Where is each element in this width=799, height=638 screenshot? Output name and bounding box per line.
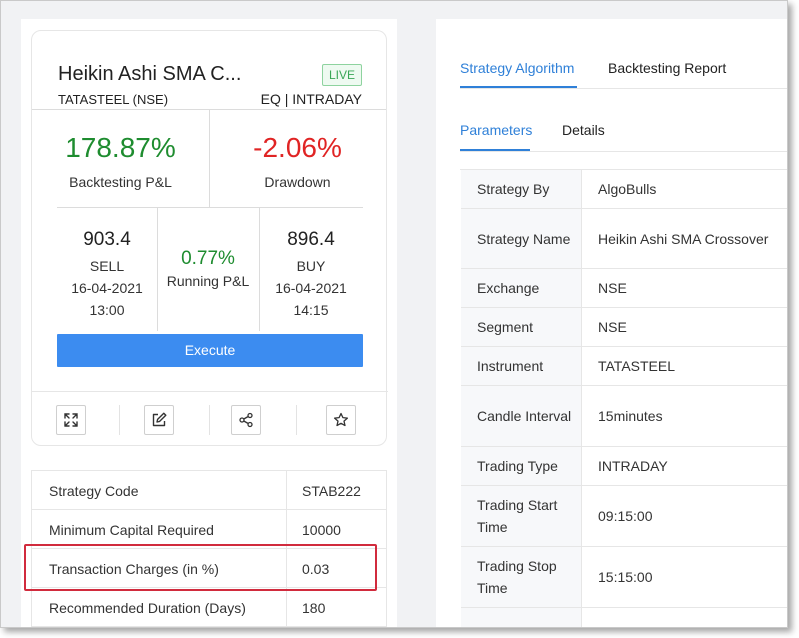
edit-icon	[152, 412, 167, 427]
drawdown-value: -2.06%	[253, 132, 342, 163]
backtesting-pnl-value: 178.87%	[65, 132, 176, 163]
strategy-info-table: Strategy Code STAB222 Minimum Capital Re…	[31, 470, 387, 627]
running-pnl: 0.77% Running P&L	[157, 248, 259, 292]
sell-date: 16-04-2021	[71, 280, 143, 296]
info-value: STAB222	[302, 483, 361, 499]
param-value: NSE	[598, 280, 627, 296]
param-key: Trading Stop Time	[461, 547, 582, 607]
favorite-button[interactable]	[326, 405, 356, 435]
running-pnl-value: 0.77%	[181, 248, 235, 269]
tab-backtesting-report[interactable]: Backtesting Report	[608, 60, 726, 76]
instrument-label: TATASTEEL (NSE)	[58, 92, 169, 107]
share-icon	[239, 412, 253, 428]
tabs-divider	[460, 151, 787, 152]
info-key: Strategy Code	[49, 483, 139, 499]
buy-order-info: 896.4 BUY 16-04-2021 14:15	[259, 227, 363, 321]
param-key: Strategy Name	[461, 209, 582, 268]
table-row: Exchange NSE	[461, 269, 787, 308]
sell-time: 13:00	[89, 302, 125, 318]
param-value: 15:15:00	[598, 569, 653, 585]
separator	[119, 405, 120, 435]
table-row: Strategy Name Heikin Ashi SMA Crossover	[461, 209, 787, 269]
parameters-table: Strategy By AlgoBulls Strategy Name Heik…	[460, 169, 787, 627]
param-value: NSE	[598, 319, 627, 335]
highlight-box	[24, 544, 377, 591]
table-row: Candle Interval 15minutes	[461, 386, 787, 447]
divider	[57, 207, 363, 208]
execute-button[interactable]: Execute	[57, 334, 363, 367]
segment-type-label: EQ | INTRADAY	[260, 91, 362, 107]
info-value: 180	[302, 600, 326, 616]
param-value: Heikin Ashi SMA Crossover	[598, 230, 769, 247]
buy-date: 16-04-2021	[275, 280, 347, 296]
param-value: 09:15:00	[598, 508, 653, 524]
table-row: Trading Type INTRADAY	[461, 447, 787, 486]
sell-order-info: 903.4 SELL 16-04-2021 13:00	[57, 227, 157, 321]
param-value: INTRADAY	[598, 458, 668, 474]
param-key: Exchange	[461, 269, 582, 307]
expand-button[interactable]	[56, 405, 86, 435]
tab-parameters[interactable]: Parameters	[460, 122, 532, 138]
param-value: 15minutes	[598, 408, 663, 424]
strategy-card: Heikin Ashi SMA C... LIVE TATASTEEL (NSE…	[31, 30, 388, 447]
sell-price: 903.4	[83, 229, 131, 250]
tabs-divider	[460, 88, 787, 89]
param-key: Strategy By	[461, 170, 582, 208]
buy-time: 14:15	[293, 302, 329, 318]
card-actions	[32, 391, 388, 447]
info-value: 10000	[302, 522, 341, 538]
info-key: Minimum Capital Required	[49, 522, 214, 538]
table-row: Strategy By AlgoBulls	[461, 170, 787, 209]
running-pnl-label: Running P&L	[166, 273, 250, 289]
drawdown-label: Drawdown	[264, 174, 331, 190]
table-row: Instrument TATASTEEL	[461, 347, 787, 386]
param-key: Trading Type	[461, 447, 582, 485]
param-key: Instrument	[461, 347, 582, 385]
info-key: Recommended Duration (Days)	[49, 600, 246, 616]
param-key	[461, 608, 582, 627]
separator	[296, 405, 297, 435]
param-value: TATASTEEL	[598, 358, 676, 374]
param-value: AlgoBulls	[598, 181, 657, 197]
table-row: Strategy Code STAB222	[31, 471, 387, 510]
separator	[209, 405, 210, 435]
expand-icon	[64, 413, 78, 427]
star-icon	[333, 412, 349, 427]
sell-side: SELL	[89, 258, 125, 274]
buy-side: BUY	[296, 258, 326, 274]
tab-strategy-algorithm[interactable]: Strategy Algorithm	[460, 60, 574, 76]
backtesting-pnl-label: Backtesting P&L	[69, 174, 172, 190]
buy-price: 896.4	[287, 229, 335, 250]
param-key: Candle Interval	[461, 386, 582, 446]
tab-details[interactable]: Details	[562, 122, 605, 138]
app-window: Heikin Ashi SMA C... LIVE TATASTEEL (NSE…	[0, 0, 788, 628]
live-badge: LIVE	[321, 64, 362, 86]
table-row: Segment NSE	[461, 308, 787, 347]
table-row: Trading Stop Time 15:15:00	[461, 547, 787, 608]
param-key: Trading Start Time	[461, 486, 582, 546]
strategy-title[interactable]: Heikin Ashi SMA C...	[58, 63, 241, 86]
param-key: Segment	[461, 308, 582, 346]
edit-button[interactable]	[144, 405, 174, 435]
table-row: Trading Start Time 09:15:00	[461, 486, 787, 547]
table-row: Recommended Duration (Days) 180	[31, 588, 387, 627]
share-button[interactable]	[231, 405, 261, 435]
table-row	[461, 608, 787, 627]
